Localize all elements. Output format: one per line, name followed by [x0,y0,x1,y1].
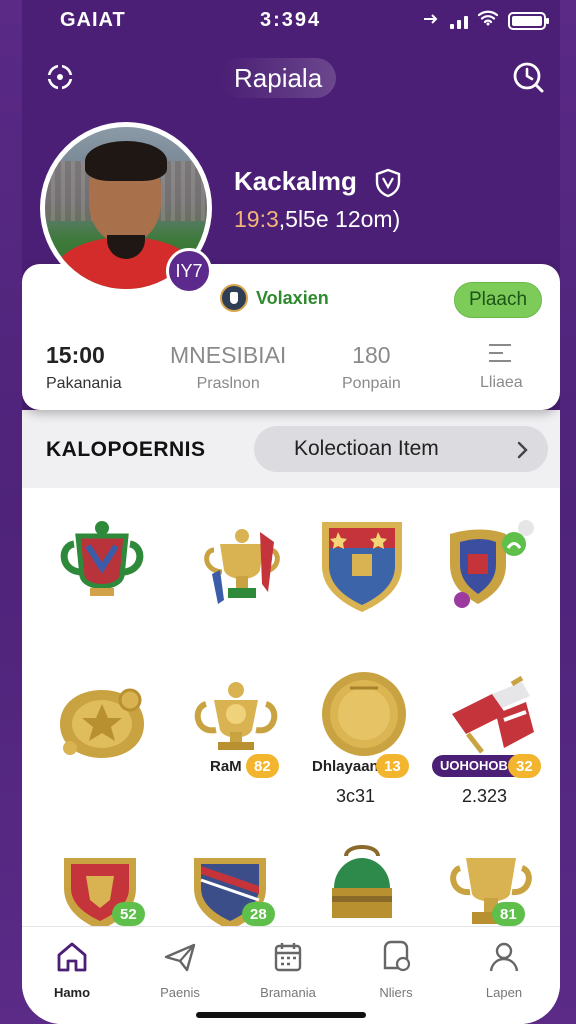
striped-shield-icon[interactable] [312,508,422,628]
chevron-right-icon [516,440,530,465]
stat-label: Ponpain [342,375,401,392]
trophy-cup-icon[interactable] [52,514,162,634]
stat-item: MNESIBIAI Praslnon [170,342,286,393]
item-badge: 28 [242,902,275,926]
gold-medallion-icon[interactable] [52,678,162,798]
tab-bramania[interactable]: Bramania [238,939,338,1000]
team-logo-icon [220,284,248,312]
crest-shield-icon[interactable] [442,514,552,634]
section-title: KALOPOERNIS [46,438,206,461]
badge-icon [346,939,446,975]
tab-label: Nliers [379,985,413,1000]
tab-nliers[interactable]: Nliers [346,939,446,1000]
stat-label: Lliaea [480,374,523,391]
item-count: 3c31 [336,786,376,806]
stat-item[interactable]: Lliaea [480,342,523,392]
team-chip[interactable]: Volaxien [220,284,329,312]
signal-icon [450,13,468,29]
tab-lapen[interactable]: Lapen [454,939,554,1000]
stat-item: 15:00 Pakanania [46,342,122,393]
collection-button-label: Kolectioan Item [294,437,439,460]
stat-value: 180 [352,342,391,368]
stat-item: 180 Ponpain [342,342,401,393]
stat-label: Praslnon [196,375,260,392]
paper-plane-icon [130,939,230,975]
level-badge: IY7 [166,248,212,294]
item-label: Dhlayaan [312,758,379,775]
item-badge: 32 [508,754,541,778]
app-header: Rapiala [22,52,560,102]
subtitle-accent: 19:3 [234,206,279,232]
target-icon[interactable] [42,59,78,95]
user-icon [454,939,554,975]
follow-button[interactable]: Plaach [454,282,542,318]
status-time: 3:394 [260,9,322,31]
item-count: 2.323 [462,786,508,806]
avatar[interactable]: IY7 [40,122,212,294]
tab-label: Bramania [260,985,316,1000]
app-screen: GAIAT 3:394 Rapiala IY7 Kackalmg 19:3,5l… [22,0,560,1024]
player-name: Kackalmg [234,166,357,196]
item-label: RaM [210,758,242,775]
ornate-trophy-icon[interactable] [186,674,296,794]
player-subtitle: 19:3,5l5e 12om) [234,206,400,233]
battery-icon [508,11,549,30]
golden-trophy-icon[interactable] [192,514,302,634]
tab-label: Hamo [53,985,91,1000]
list-icon [489,342,513,364]
bottom-tab-bar: Hamo Paenis Bramania Nliers Lapen [22,926,560,1024]
status-icons [422,9,549,32]
tab-label: Lapen [485,985,523,1000]
home-indicator[interactable] [196,1012,366,1018]
stat-label: Pakanania [46,375,122,392]
wifi-icon [477,9,499,32]
item-badge: 81 [492,902,525,926]
team-name: Volaxien [256,287,329,308]
tab-paenis[interactable]: Paenis [130,939,230,1000]
page-title: Rapiala [220,58,337,98]
calendar-icon [238,939,338,975]
arrow-icon [422,9,440,32]
clock-icon[interactable] [510,59,546,95]
item-badge: 82 [246,754,279,778]
home-icon [22,939,122,975]
item-badge: 13 [376,754,409,778]
stat-value: 15:00 [46,342,105,368]
tab-home[interactable]: Hamo [22,939,122,1000]
carrier-name: GAIAT [60,9,126,31]
tab-label: Paenis [160,985,200,1000]
collection-items-button[interactable]: Kolectioan Item [254,426,548,472]
status-bar: GAIAT 3:394 [22,0,560,40]
stats-row: 15:00 Pakanania MNESIBIAI Praslnon 180 P… [22,342,560,402]
section-header: KALOPOERNIS Kolectioan Item [22,410,560,488]
stat-value: MNESIBIAI [170,342,287,368]
item-badge: 52 [112,902,145,926]
subtitle-rest: ,5l5e 12om) [278,206,401,232]
items-grid: RaM 82 Dhlayaan 13 3c31 UOHOHOBK 32 2.32… [22,488,560,930]
shield-icon [374,168,402,198]
